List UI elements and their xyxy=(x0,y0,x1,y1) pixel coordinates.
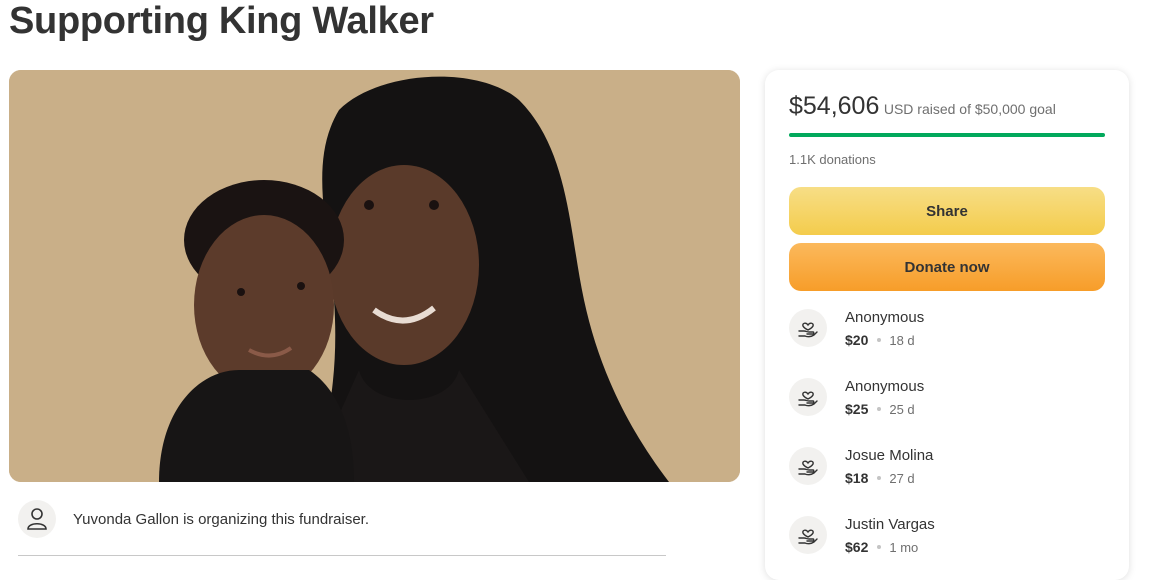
organizer-avatar[interactable] xyxy=(18,500,56,538)
organizer-section: Yuvonda Gallon is organizing this fundra… xyxy=(18,500,666,556)
donor-time: 25 d xyxy=(889,402,915,417)
heart-hand-icon xyxy=(798,391,818,407)
separator-dot xyxy=(877,407,882,412)
donor-icon xyxy=(789,516,827,554)
donor-meta: $25 25 d xyxy=(845,401,915,417)
separator-dot xyxy=(877,545,882,550)
donor-amount: $62 xyxy=(845,539,869,555)
donor-amount: $20 xyxy=(845,332,869,348)
donor-amount: $25 xyxy=(845,401,869,417)
donor-item: Josue Molina $18 27 d xyxy=(789,447,1105,497)
page-title: Supporting King Walker xyxy=(9,0,434,42)
separator-dot xyxy=(877,476,882,481)
donor-time: 27 d xyxy=(889,471,915,486)
donation-card: $54,606 USD raised of $50,000 goal 1.1K … xyxy=(765,70,1129,580)
raised-goal-text: USD raised of $50,000 goal xyxy=(883,101,1056,117)
divider xyxy=(18,555,666,556)
donor-icon xyxy=(789,447,827,485)
donor-name: Anonymous xyxy=(845,378,925,395)
fundraiser-hero-image xyxy=(9,70,740,482)
donor-meta: $20 18 d xyxy=(845,332,915,348)
hero-photo-illustration xyxy=(9,70,740,482)
progress-fill xyxy=(789,133,1105,137)
donor-amount: $18 xyxy=(845,470,869,486)
donate-now-button[interactable]: Donate now xyxy=(789,243,1105,291)
separator-dot xyxy=(877,338,882,343)
donor-item: Justin Vargas $62 1 mo xyxy=(789,516,1105,566)
share-button[interactable]: Share xyxy=(789,187,1105,235)
donor-time: 1 mo xyxy=(889,540,919,555)
raised-summary: $54,606 USD raised of $50,000 goal xyxy=(789,92,1056,121)
donor-name: Josue Molina xyxy=(845,447,934,464)
heart-hand-icon xyxy=(798,460,818,476)
heart-hand-icon xyxy=(798,529,818,545)
donation-count: 1.1K donations xyxy=(789,152,876,167)
raised-amount: $54,606 xyxy=(789,92,880,120)
donor-meta: $18 27 d xyxy=(845,470,915,486)
heart-hand-icon xyxy=(798,322,818,338)
donor-name: Justin Vargas xyxy=(845,516,935,533)
user-icon xyxy=(27,508,47,530)
organizer-text: Yuvonda Gallon is organizing this fundra… xyxy=(73,511,370,528)
donor-icon xyxy=(789,378,827,416)
donor-meta: $62 1 mo xyxy=(845,539,918,555)
donor-item: Anonymous $20 18 d xyxy=(789,309,1105,359)
donor-name: Anonymous xyxy=(845,309,925,326)
donor-item: Anonymous $25 25 d xyxy=(789,378,1105,428)
donor-time: 18 d xyxy=(889,333,915,348)
donor-icon xyxy=(789,309,827,347)
progress-bar xyxy=(789,133,1105,137)
